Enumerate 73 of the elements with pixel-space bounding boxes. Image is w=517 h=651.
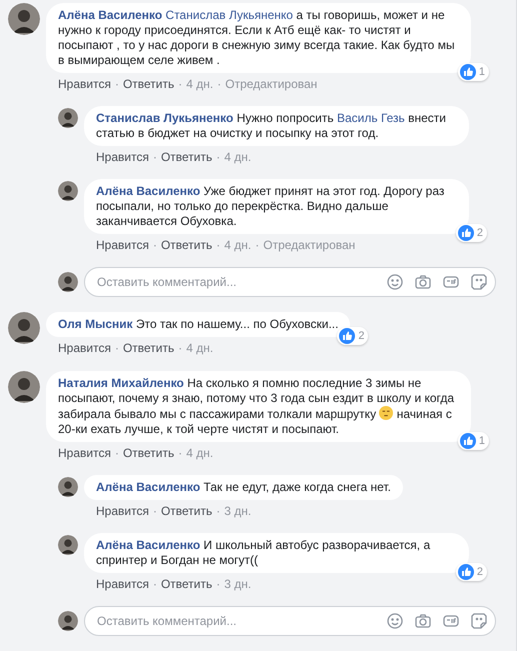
unamused-emoji-icon [379,406,394,420]
avatar[interactable] [8,3,40,35]
separator-dot: · [254,237,260,253]
separator-dot: · [114,445,120,461]
author-link[interactable]: Оля Мысник [58,317,133,331]
separator-dot: · [152,503,158,519]
action-link[interactable]: Нравится [58,445,111,461]
action-link[interactable]: Нравится [96,503,149,519]
separator-dot: · [215,503,222,519]
camera-icon[interactable] [415,613,431,629]
author-link[interactable]: Алёна Василенко [96,538,200,552]
avatar[interactable] [58,181,78,201]
comment-input[interactable]: Оставить комментарий... [97,273,387,291]
avatar[interactable] [8,312,40,344]
reaction-count: 1 [478,434,485,448]
avatar[interactable] [58,535,78,555]
comment-text: Алёна Василенко Так не едут, даже когда снега нет. [96,480,391,495]
author-link[interactable]: Наталия Михайленко [58,376,184,390]
mention-link[interactable]: Василь Гезь [336,111,405,125]
separator-dot: · [114,76,120,92]
comment-text: Наталия Михайленко На сколько я помню последние 3 зимы не посыпают, почему я знаю, потому что 3 года сын ездит в школу и когда забирала бывало мы с пассажирами толкали маршрутку начиная с 20-ки ехать лучше, к той черте чистят и посыпают. [58,376,456,437]
comment-text: Оля Мысник Это так по нашему... по Обуховски... [58,317,338,332]
avatar[interactable] [8,371,40,403]
action-link[interactable]: Ответить [160,149,212,165]
action-link[interactable]: Ответить [160,237,212,253]
action-link[interactable]: Ответить [122,340,174,356]
reaction-count: 2 [476,564,483,580]
comment-text: Алёна Василенко И школьный автобус разворачивается, а спринтер и Богдан не могут(( [96,538,432,568]
comment-input[interactable]: Оставить комментарий... [97,612,387,630]
separator-dot: · [215,576,222,592]
action-link[interactable]: Нравится [96,576,149,592]
avatar[interactable] [58,108,78,128]
separator-dot: · [216,76,222,92]
action-link[interactable]: Ответить [160,576,212,592]
camera-icon[interactable] [415,274,431,290]
author-link[interactable]: Алёна Василенко [96,480,200,494]
reaction-count: 2 [476,226,483,240]
author-link[interactable]: Станислав Лукьяненко [96,111,234,125]
separator-dot: · [152,149,158,165]
action-link[interactable]: Нравится [58,76,111,92]
avatar[interactable] [58,611,78,631]
separator-dot: · [215,149,222,165]
sticker-icon[interactable] [471,613,487,629]
mention-link[interactable]: Станислав Лукьяненко [166,8,293,22]
separator-dot: · [152,576,158,592]
gif-icon[interactable] [443,274,459,290]
gif-icon[interactable] [443,613,459,629]
separator-dot: · [152,237,158,253]
action-link[interactable]: Нравится [58,340,111,356]
action-link[interactable]: Ответить [122,76,174,92]
sticker-icon[interactable] [471,274,487,290]
action-link[interactable]: Ответить [160,503,212,519]
action-link[interactable]: Ответить [122,445,174,461]
separator-dot: · [215,237,222,253]
separator-dot: · [177,340,184,356]
reaction-count: 2 [358,328,364,344]
reaction-count: 1 [478,64,485,80]
emoji-icon[interactable] [387,274,403,290]
separator-dot: · [177,76,184,92]
action-link[interactable]: Нравится [96,237,149,253]
comment-field[interactable]: Оставить комментарий... [84,606,496,636]
action-link[interactable]: Нравится [96,149,149,165]
emoji-icon[interactable] [387,613,403,629]
avatar[interactable] [58,272,78,292]
comment-field[interactable]: Оставить комментарий... [84,267,496,297]
author-link[interactable]: Алёна Василенко [58,8,162,22]
avatar[interactable] [58,477,78,497]
comment-text: Алёна Василенко Станислав Лукьяненко а ты говоришь, может и не нужно к городу присоединятся. Если к Атб ещё как- то чистят и посыпают , то у нас дороги в снежную зиму всегда такие. Как будто мы в вымирающем селе живем . [58,8,456,68]
comment-text: Алёна Василенко Уже бюджет принят на этот год. Дорогу раз посыпали, но только до перекрёстка. Видно дальше заканчивается Обуховка. [96,184,446,229]
author-link[interactable]: Алёна Василенко [96,184,200,198]
separator-dot: · [177,445,184,461]
comment-text: Станислав Лукьяненко Нужно попросить Василь Гезь внести статью в бюджет на очистку и посыпку на этот год. [96,111,448,141]
separator-dot: · [114,340,120,356]
